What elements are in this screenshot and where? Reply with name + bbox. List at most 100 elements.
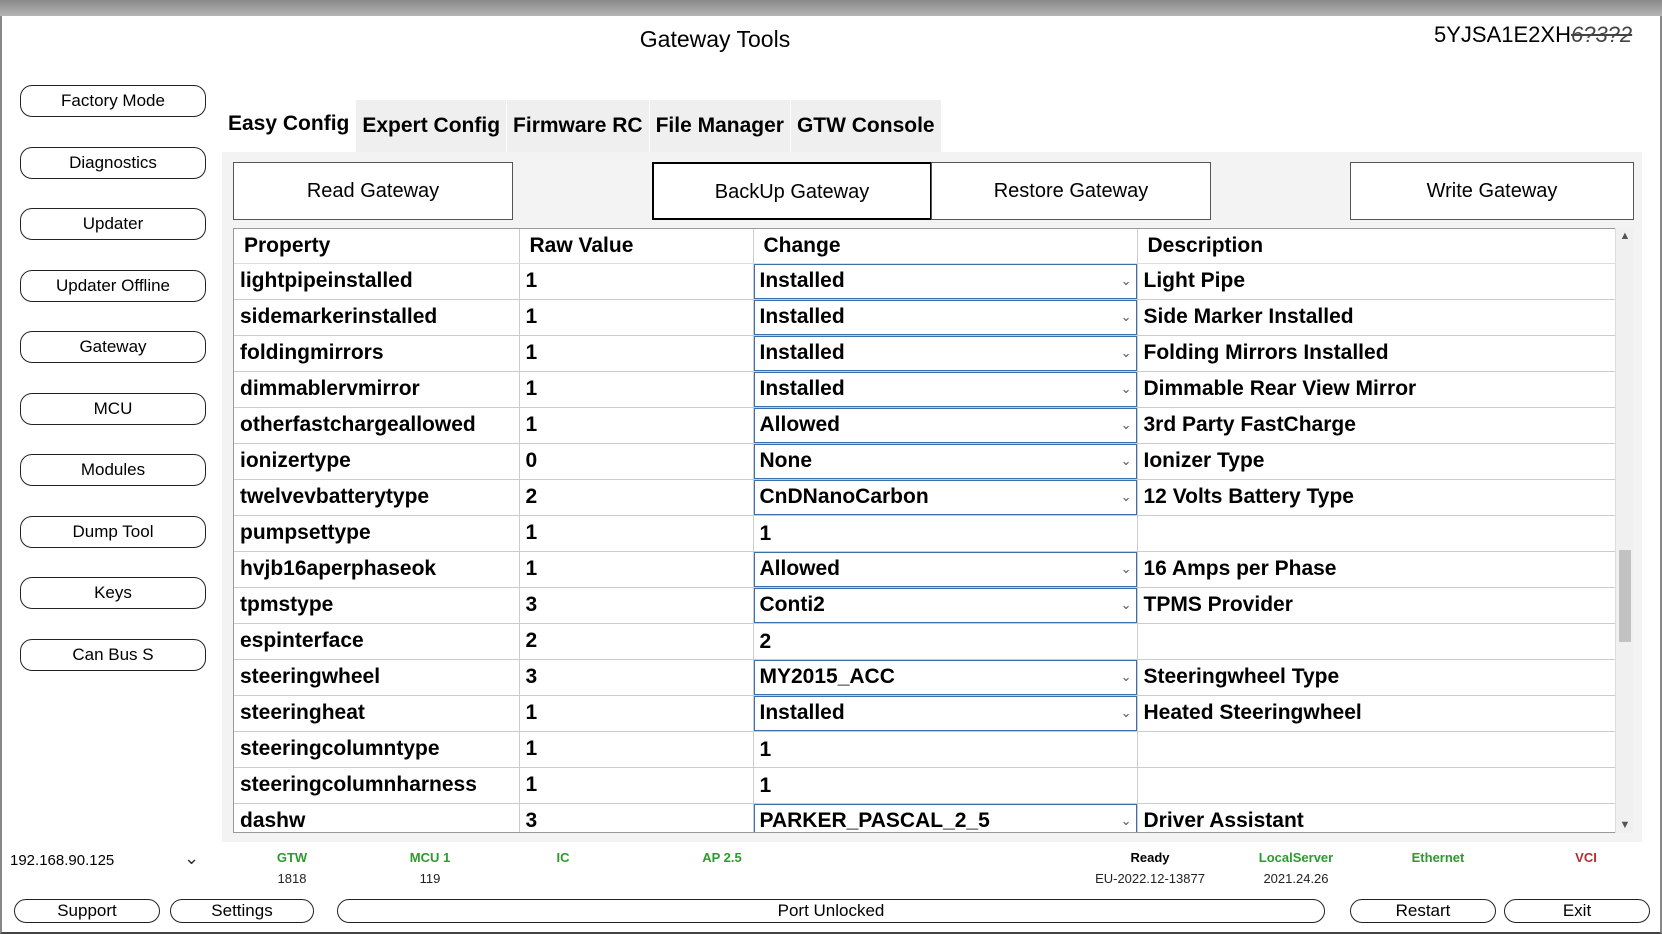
header-property[interactable]: Property — [234, 229, 520, 264]
change-dropdown[interactable]: CnDNanoCarbon ⌄ — [753, 479, 1136, 514]
read-gateway-button[interactable]: Read Gateway — [233, 162, 513, 220]
chevron-down-icon[interactable]: ⌄ — [1121, 301, 1132, 333]
tab-firmware-rc[interactable]: Firmware RC — [507, 100, 650, 152]
chevron-down-icon[interactable]: ⌄ — [1121, 697, 1132, 729]
chevron-down-icon[interactable]: ⌄ — [1121, 373, 1132, 405]
change-dropdown[interactable]: MY2015_ACC ⌄ — [753, 659, 1136, 694]
grid-scrollbar[interactable]: ▲ ▼ — [1615, 228, 1633, 833]
change-cell[interactable]: PARKER_PASCAL_2_5 ⌄ — [753, 803, 1138, 833]
chevron-down-icon[interactable]: ⌄ — [1121, 337, 1132, 369]
change-value[interactable]: 1 — [754, 732, 1137, 767]
updater-offline-button[interactable]: Updater Offline — [20, 270, 206, 302]
property-cell: steeringheat — [234, 695, 520, 732]
modules-button[interactable]: Modules — [20, 454, 206, 486]
support-button[interactable]: Support — [14, 899, 160, 923]
change-cell[interactable]: Installed ⌄ — [753, 371, 1138, 408]
table-row[interactable]: dimmablervmirror 1 Installed ⌄ Dimmable Rear… — [234, 371, 1617, 408]
change-cell[interactable]: Allowed ⌄ — [753, 407, 1138, 444]
change-dropdown[interactable]: Installed ⌄ — [753, 695, 1136, 730]
chevron-down-icon[interactable]: ⌄ — [1121, 661, 1132, 693]
table-row[interactable]: steeringheat 1 Installed ⌄ Heated Steeringwh… — [234, 695, 1617, 732]
change-cell[interactable]: 1 — [753, 515, 1138, 552]
table-row[interactable]: sidemarkerinstalled 1 Installed ⌄ Side Marke… — [234, 299, 1617, 336]
settings-button[interactable]: Settings — [170, 899, 314, 923]
change-cell[interactable]: Conti2 ⌄ — [753, 587, 1138, 624]
backup-gateway-button[interactable]: BackUp Gateway — [652, 162, 932, 220]
table-row[interactable]: espinterface 2 2 — [234, 623, 1617, 660]
chevron-down-icon[interactable]: ⌄ — [184, 848, 199, 869]
change-cell[interactable]: MY2015_ACC ⌄ — [753, 659, 1138, 696]
chevron-down-icon[interactable]: ⌄ — [1121, 409, 1132, 441]
change-cell[interactable]: None ⌄ — [753, 443, 1138, 480]
write-gateway-button[interactable]: Write Gateway — [1350, 162, 1634, 220]
mcu-button[interactable]: MCU — [20, 393, 206, 425]
table-row[interactable]: twelvevbatterytype 2 CnDNanoCarbon ⌄ 12 Volt… — [234, 479, 1617, 516]
tab-file-manager[interactable]: File Manager — [649, 100, 791, 152]
header-change[interactable]: Change — [753, 229, 1138, 264]
change-cell[interactable]: CnDNanoCarbon ⌄ — [753, 479, 1138, 516]
property-cell: steeringcolumnharness — [234, 767, 520, 804]
ip-select[interactable]: 192.168.90.125 — [10, 852, 114, 869]
port-status-button[interactable]: Port Unlocked — [337, 899, 1325, 923]
property-cell: twelvevbatterytype — [234, 479, 520, 516]
exit-button[interactable]: Exit — [1504, 899, 1650, 923]
change-dropdown[interactable]: Allowed ⌄ — [753, 551, 1136, 586]
change-cell[interactable]: Installed ⌄ — [753, 263, 1138, 300]
change-dropdown[interactable]: Conti2 ⌄ — [753, 587, 1136, 622]
change-dropdown[interactable]: Installed ⌄ — [753, 371, 1136, 406]
change-cell[interactable]: Installed ⌄ — [753, 299, 1138, 336]
change-cell[interactable]: 2 — [753, 623, 1138, 660]
change-dropdown[interactable]: PARKER_PASCAL_2_5 ⌄ — [753, 803, 1136, 833]
table-row[interactable]: hvjb16aperphaseok 1 Allowed ⌄ 16 Amps per Ph… — [234, 551, 1617, 588]
header-description[interactable]: Description — [1137, 229, 1617, 264]
table-row[interactable]: otherfastchargeallowed 1 Allowed ⌄ 3rd Party… — [234, 407, 1617, 444]
gateway-button[interactable]: Gateway — [20, 331, 206, 363]
chevron-down-icon[interactable]: ⌄ — [1121, 589, 1132, 621]
change-value[interactable]: 2 — [754, 624, 1137, 659]
chevron-down-icon[interactable]: ⌄ — [1121, 445, 1132, 477]
keys-button[interactable]: Keys — [20, 577, 206, 609]
change-value[interactable]: 1 — [754, 516, 1137, 551]
change-dropdown[interactable]: Installed ⌄ — [753, 335, 1136, 370]
factory-mode-button[interactable]: Factory Mode — [20, 85, 206, 117]
table-row[interactable]: foldingmirrors 1 Installed ⌄ Folding Mirrors… — [234, 335, 1617, 372]
change-dropdown[interactable]: Installed ⌄ — [753, 299, 1136, 334]
change-cell[interactable]: 1 — [753, 767, 1138, 804]
change-value[interactable]: 1 — [754, 768, 1137, 803]
updater-button[interactable]: Updater — [20, 208, 206, 240]
diagnostics-button[interactable]: Diagnostics — [20, 147, 206, 179]
chevron-down-icon[interactable]: ⌄ — [1121, 805, 1132, 833]
tab-expert-config[interactable]: Expert Config — [356, 100, 508, 152]
table-row[interactable]: steeringwheel 3 MY2015_ACC ⌄ Steeringwheel T… — [234, 659, 1617, 696]
chevron-down-icon[interactable]: ⌄ — [1121, 481, 1132, 513]
change-dropdown[interactable]: None ⌄ — [753, 443, 1136, 478]
scroll-down-icon[interactable]: ▼ — [1616, 819, 1634, 831]
table-row[interactable]: steeringcolumnharness 1 1 — [234, 767, 1617, 804]
table-row[interactable]: dashw 3 PARKER_PASCAL_2_5 ⌄ Driver Assistant — [234, 803, 1617, 833]
scroll-up-icon[interactable]: ▲ — [1616, 230, 1634, 242]
table-row[interactable]: ionizertype 0 None ⌄ Ionizer Type — [234, 443, 1617, 480]
tab-easy-config[interactable]: Easy Config — [222, 100, 357, 152]
table-row[interactable]: steeringcolumntype 1 1 — [234, 731, 1617, 768]
header-raw-value[interactable]: Raw Value — [519, 229, 754, 264]
description-cell: Side Marker Installed — [1137, 299, 1617, 336]
dump-tool-button[interactable]: Dump Tool — [20, 516, 206, 548]
chevron-down-icon[interactable]: ⌄ — [1121, 553, 1132, 585]
change-cell[interactable]: Installed ⌄ — [753, 695, 1138, 732]
can-bus-button[interactable]: Can Bus S — [20, 639, 206, 671]
change-cell[interactable]: Allowed ⌄ — [753, 551, 1138, 588]
chevron-down-icon[interactable]: ⌄ — [1121, 265, 1132, 297]
table-row[interactable]: pumpsettype 1 1 — [234, 515, 1617, 552]
change-cell[interactable]: Installed ⌄ — [753, 335, 1138, 372]
table-row[interactable]: tpmstype 3 Conti2 ⌄ TPMS Provider — [234, 587, 1617, 624]
change-dropdown[interactable]: Installed ⌄ — [753, 263, 1136, 298]
change-cell[interactable]: 1 — [753, 731, 1138, 768]
status-vci: VCI — [1566, 850, 1606, 865]
restart-button[interactable]: Restart — [1350, 899, 1496, 923]
restore-gateway-button[interactable]: Restore Gateway — [931, 162, 1211, 220]
property-cell: pumpsettype — [234, 515, 520, 552]
change-dropdown[interactable]: Allowed ⌄ — [753, 407, 1136, 442]
tab-gtw-console[interactable]: GTW Console — [790, 100, 942, 152]
scroll-thumb[interactable] — [1619, 550, 1631, 642]
table-row[interactable]: lightpipeinstalled 1 Installed ⌄ Light Pipe — [234, 263, 1617, 300]
